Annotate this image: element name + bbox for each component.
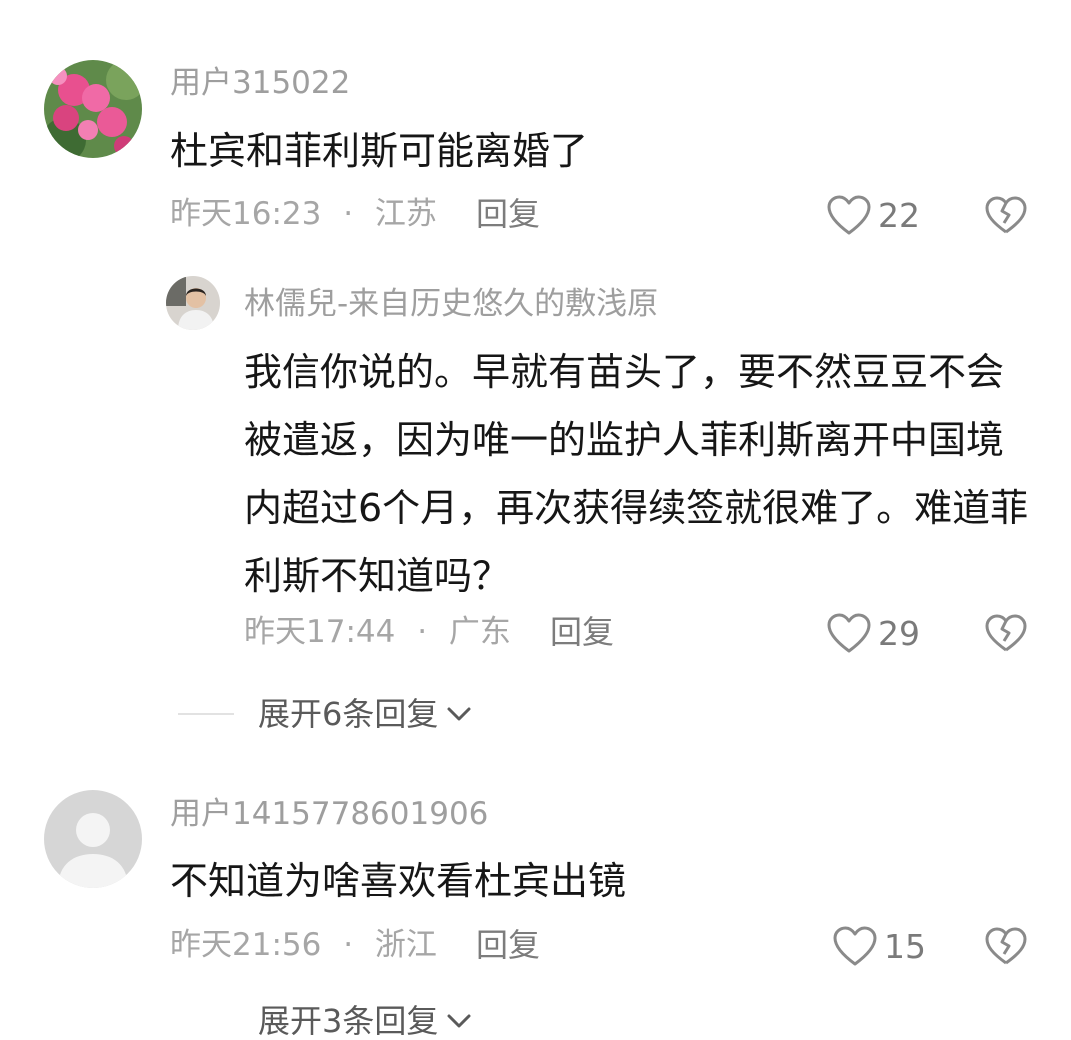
separator: ·	[417, 614, 428, 650]
expand-replies-button[interactable]: 展开6条回复	[178, 698, 474, 730]
comment-meta: 昨天21:56 · 浙江	[170, 930, 437, 961]
username[interactable]: 用户1415778601906	[170, 799, 488, 830]
comment-meta: 昨天16:23 · 江苏	[170, 199, 437, 230]
reply-button[interactable]: 回复	[476, 929, 540, 961]
like-button[interactable]: 15	[832, 925, 926, 967]
avatar[interactable]	[44, 790, 142, 888]
timestamp: 昨天16:23	[170, 196, 322, 232]
username[interactable]: 林儒兒-来自历史悠久的敷浅原	[244, 289, 658, 320]
like-count: 29	[878, 613, 920, 653]
like-count: 15	[884, 926, 926, 966]
reply-button[interactable]: 回复	[550, 616, 614, 648]
default-avatar-icon	[44, 790, 142, 888]
separator: ·	[343, 196, 354, 232]
chevron-down-icon	[447, 707, 471, 721]
avatar[interactable]	[166, 276, 220, 330]
like-button[interactable]: 22	[826, 194, 920, 236]
dislike-button[interactable]	[984, 195, 1028, 239]
heart-icon	[827, 195, 871, 235]
heart-icon	[827, 613, 871, 653]
expand-replies-button[interactable]: 展开3条回复	[178, 1005, 474, 1037]
expand-replies-label: 展开6条回复	[258, 695, 439, 733]
person-avatar-image	[166, 276, 220, 330]
broken-heart-icon	[985, 927, 1027, 965]
timestamp: 昨天21:56	[170, 927, 322, 963]
broken-heart-icon	[985, 614, 1027, 652]
like-button[interactable]: 29	[826, 612, 920, 654]
reply-item: 林儒兒-来自历史悠久的敷浅原 我信你说的。早就有苗头了，要不然豆豆不会被遣返，因…	[0, 260, 1071, 670]
comment-text: 不知道为啥喜欢看杜宾出镜	[170, 859, 627, 903]
broken-heart-icon	[985, 196, 1027, 234]
location: 浙江	[374, 927, 437, 963]
comment-text: 杜宾和菲利斯可能离婚了	[170, 129, 589, 173]
separator: ·	[343, 927, 354, 963]
like-count: 22	[878, 195, 920, 235]
flower-avatar-image	[44, 60, 142, 158]
location: 广东	[448, 614, 511, 650]
timestamp: 昨天17:44	[244, 614, 396, 650]
dislike-button[interactable]	[984, 926, 1028, 970]
comment-meta: 昨天17:44 · 广东	[244, 617, 511, 648]
chevron-down-icon	[447, 1014, 471, 1028]
expand-replies-label: 展开3条回复	[258, 1002, 439, 1040]
username[interactable]: 用户315022	[170, 68, 350, 99]
avatar[interactable]	[44, 60, 142, 158]
comment-item: 用户1415778601906 不知道为啥喜欢看杜宾出镜 昨天21:56 · 浙…	[0, 770, 1071, 1000]
heart-icon	[833, 926, 877, 966]
comment-text: 我信你说的。早就有苗头了，要不然豆豆不会被遣返，因为唯一的监护人菲利斯离开中国境…	[244, 350, 1029, 598]
dislike-button[interactable]	[984, 613, 1028, 657]
location: 江苏	[374, 196, 437, 232]
divider-line	[178, 713, 234, 715]
comment-item: 用户315022 杜宾和菲利斯可能离婚了 昨天16:23 · 江苏 回复 22	[0, 0, 1071, 240]
reply-button[interactable]: 回复	[476, 198, 540, 230]
